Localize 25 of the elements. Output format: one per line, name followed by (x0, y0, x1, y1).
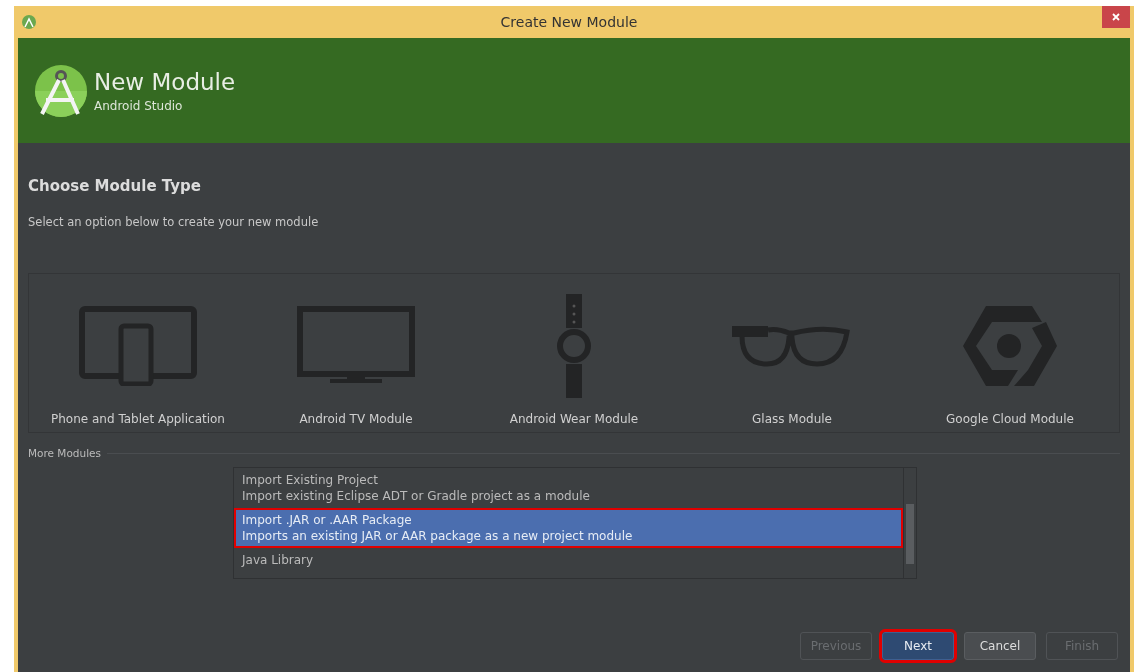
glasses-icon (732, 324, 852, 368)
list-item[interactable]: Import .JAR or .AAR Package Imports an existing JAR or AAR package as a new project module (234, 508, 903, 548)
page-heading: Choose Module Type (28, 177, 202, 195)
list-item[interactable]: Java Library (234, 548, 903, 572)
dialog-button[interactable]: Cancel (964, 632, 1036, 660)
hexagon-icon (962, 304, 1058, 388)
window-title: Create New Module (499, 14, 639, 30)
close-button[interactable] (1102, 6, 1130, 28)
template-label[interactable]: Phone and Tablet Application (51, 412, 225, 426)
list-item[interactable]: Import Existing Project Import existing Eclipse ADT or Gradle project as a module (234, 468, 903, 508)
dialog-button[interactable]: Next (882, 632, 954, 660)
header-subtitle: Android Studio (94, 98, 184, 113)
template-label[interactable]: Android TV Module (299, 412, 413, 426)
page-description: Select an option below to create your new module (28, 215, 320, 229)
watch-icon (556, 294, 592, 398)
tv-icon (297, 306, 415, 386)
close-icon (1112, 13, 1120, 21)
section-label: More Modules (28, 447, 102, 459)
app-icon (22, 15, 36, 29)
scrollbar[interactable] (903, 468, 916, 578)
template-label[interactable]: Android Wear Module (509, 412, 639, 426)
phone-tablet-icon (79, 306, 197, 386)
header-title: New Module (94, 68, 236, 95)
template-label[interactable]: Google Cloud Module (946, 412, 1074, 426)
template-label[interactable]: Glass Module (752, 412, 832, 426)
